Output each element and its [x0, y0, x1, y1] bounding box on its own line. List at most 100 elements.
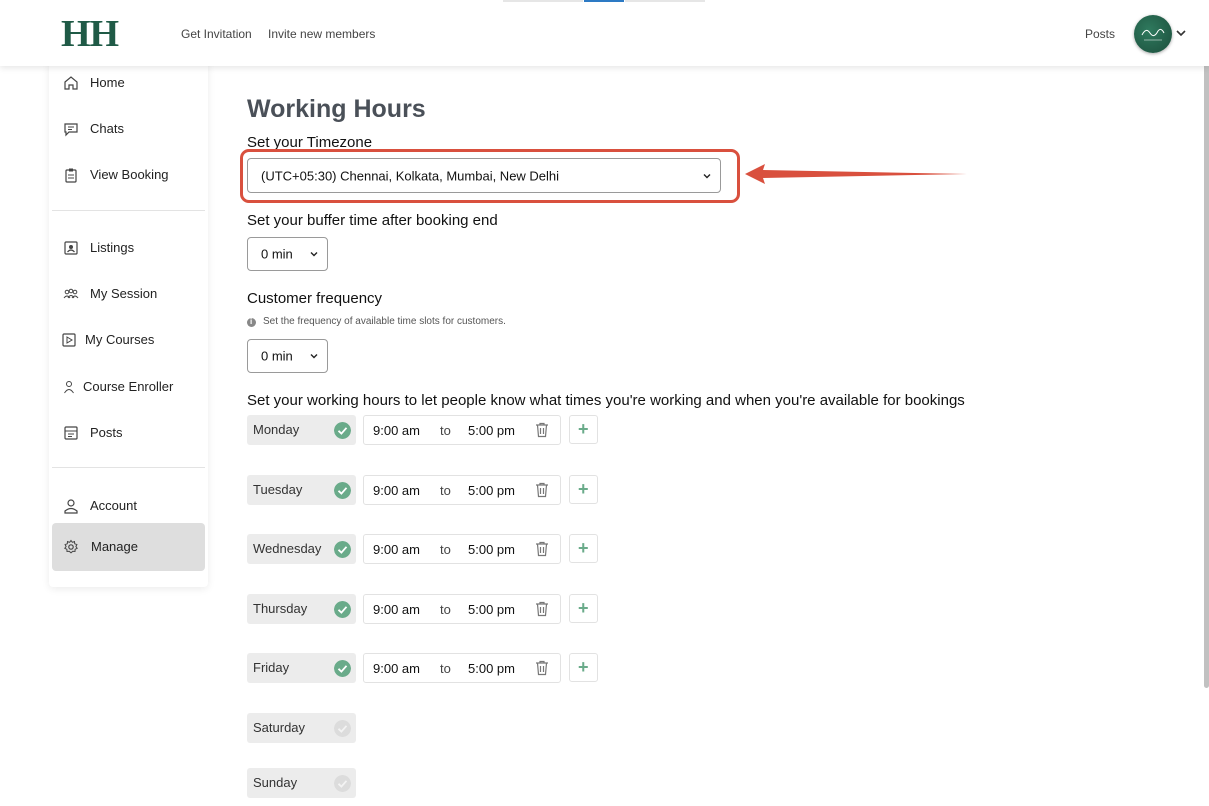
- chevron-down-icon: [310, 252, 318, 257]
- user-icon: [64, 381, 74, 394]
- time-range-friday: 9:00 am to 5:00 pm: [363, 653, 561, 683]
- day-toggle-thursday[interactable]: Thursday: [247, 594, 356, 624]
- plus-icon: +: [578, 419, 589, 439]
- day-name: Saturday: [253, 720, 306, 735]
- end-time-input[interactable]: 5:00 pm: [468, 542, 515, 557]
- sidebar-item-label: Posts: [90, 425, 123, 440]
- sidebar-item-posts[interactable]: Posts: [49, 410, 208, 456]
- day-name: Thursday: [253, 601, 308, 616]
- trash-icon[interactable]: [535, 601, 549, 617]
- day-name: Sunday: [253, 775, 298, 790]
- chat-icon: [64, 123, 78, 137]
- chevron-down-icon: [310, 354, 318, 359]
- page-title: Working Hours: [247, 95, 426, 123]
- trash-icon[interactable]: [535, 541, 549, 557]
- chevron-down-icon[interactable]: [1175, 27, 1187, 39]
- sidebar-item-chats[interactable]: Chats: [49, 106, 208, 152]
- day-toggle-sunday[interactable]: Sunday: [247, 768, 356, 798]
- sidebar: Home Chats View Booking Listings My Sess…: [49, 60, 208, 587]
- play-icon: [62, 333, 76, 347]
- get-invitation-link[interactable]: Get Invitation: [181, 27, 252, 41]
- sidebar-item-label: My Courses: [85, 332, 155, 347]
- clipboard-icon: [65, 168, 77, 183]
- check-icon: [334, 422, 351, 439]
- sidebar-item-my-session[interactable]: My Session: [49, 271, 208, 317]
- gear-icon: [64, 539, 78, 554]
- add-time-button[interactable]: +: [569, 415, 598, 444]
- top-strip-active: [584, 0, 624, 2]
- check-icon: [334, 541, 351, 558]
- logo[interactable]: HH: [61, 12, 119, 56]
- annotation-arrow-icon: [745, 164, 967, 184]
- end-time-input[interactable]: 5:00 pm: [468, 483, 515, 498]
- time-range-monday: 9:00 am to 5:00 pm: [363, 415, 561, 445]
- sidebar-item-listings[interactable]: Listings: [49, 225, 208, 271]
- sidebar-item-view-booking[interactable]: View Booking: [49, 152, 208, 198]
- trash-icon[interactable]: [535, 482, 549, 498]
- signature-icon: [1141, 28, 1165, 41]
- day-toggle-saturday[interactable]: Saturday: [247, 713, 356, 743]
- posts-link[interactable]: Posts: [1085, 27, 1115, 41]
- posts-icon: [64, 426, 78, 440]
- day-name: Tuesday: [253, 482, 303, 497]
- sidebar-item-manage[interactable]: Manage: [52, 523, 205, 571]
- sidebar-item-label: My Session: [90, 286, 158, 301]
- to-label: to: [440, 483, 451, 498]
- trash-icon[interactable]: [535, 660, 549, 676]
- invite-members-link[interactable]: Invite new members: [268, 27, 375, 41]
- listing-icon: [64, 241, 78, 255]
- info-icon: i: [247, 317, 256, 327]
- add-time-button[interactable]: +: [569, 534, 598, 563]
- sidebar-item-course-enroller[interactable]: Course Enroller: [49, 364, 208, 410]
- sidebar-item-label: Manage: [91, 539, 138, 554]
- end-time-input[interactable]: 5:00 pm: [468, 661, 515, 676]
- sidebar-divider: [52, 210, 205, 211]
- plus-icon: +: [578, 479, 589, 499]
- start-time-input[interactable]: 9:00 am: [373, 423, 420, 438]
- top-navbar: HH Get Invitation Invite new members Pos…: [0, 0, 1209, 66]
- buffer-select[interactable]: 0 min: [247, 237, 328, 271]
- scrollbar[interactable]: [1204, 40, 1209, 688]
- to-label: to: [440, 661, 451, 676]
- start-time-input[interactable]: 9:00 am: [373, 483, 420, 498]
- annotation-highlight-box: [240, 149, 740, 203]
- plus-icon: +: [578, 657, 589, 677]
- check-icon: [334, 775, 351, 792]
- top-strip: [625, 0, 705, 2]
- add-time-button[interactable]: +: [569, 475, 598, 504]
- time-range-wednesday: 9:00 am to 5:00 pm: [363, 534, 561, 564]
- trash-icon[interactable]: [535, 422, 549, 438]
- home-icon: [64, 76, 78, 90]
- check-icon: [334, 720, 351, 737]
- sidebar-item-label: Home: [90, 75, 125, 90]
- avatar[interactable]: [1134, 15, 1172, 53]
- top-strip: [503, 0, 583, 2]
- sidebar-item-my-courses[interactable]: My Courses: [49, 317, 208, 363]
- day-toggle-tuesday[interactable]: Tuesday: [247, 475, 356, 505]
- start-time-input[interactable]: 9:00 am: [373, 661, 420, 676]
- start-time-input[interactable]: 9:00 am: [373, 602, 420, 617]
- day-toggle-wednesday[interactable]: Wednesday: [247, 534, 356, 564]
- start-time-input[interactable]: 9:00 am: [373, 542, 420, 557]
- sidebar-item-label: View Booking: [90, 167, 169, 182]
- day-name: Friday: [253, 660, 290, 675]
- check-icon: [334, 601, 351, 618]
- end-time-input[interactable]: 5:00 pm: [468, 602, 515, 617]
- plus-icon: +: [578, 538, 589, 558]
- sidebar-item-label: Listings: [90, 240, 135, 255]
- frequency-select[interactable]: 0 min: [247, 339, 328, 373]
- account-icon: [64, 499, 78, 514]
- sidebar-item-home[interactable]: Home: [49, 60, 208, 106]
- day-name: Monday: [253, 422, 300, 437]
- buffer-label: Set your buffer time after booking end: [247, 212, 498, 229]
- to-label: to: [440, 542, 451, 557]
- check-icon: [334, 660, 351, 677]
- sidebar-item-label: Account: [90, 498, 137, 513]
- day-toggle-monday[interactable]: Monday: [247, 415, 356, 445]
- add-time-button[interactable]: +: [569, 653, 598, 682]
- check-icon: [334, 482, 351, 499]
- day-toggle-friday[interactable]: Friday: [247, 653, 356, 683]
- frequency-value: 0 min: [261, 348, 293, 364]
- end-time-input[interactable]: 5:00 pm: [468, 423, 515, 438]
- add-time-button[interactable]: +: [569, 594, 598, 623]
